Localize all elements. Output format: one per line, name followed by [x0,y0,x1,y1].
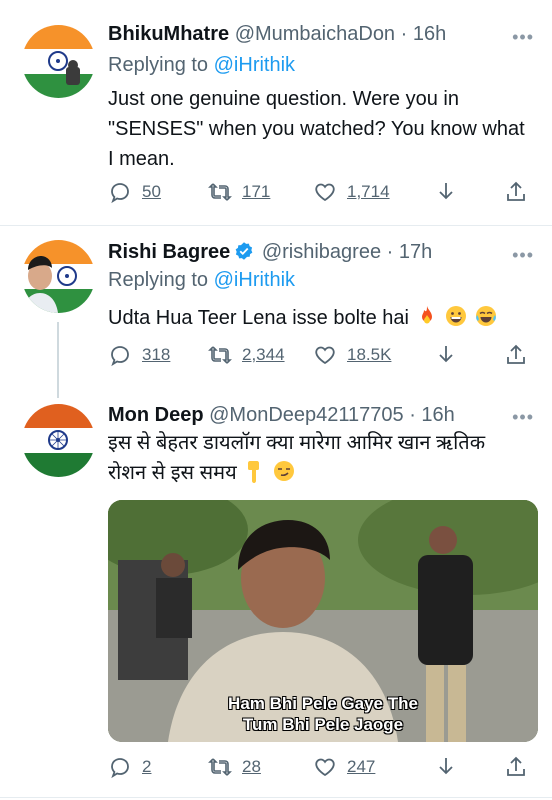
india-flag-icon [22,25,95,98]
media-caption-line-2: Tum Bhi Pele Jaoge [242,715,404,734]
action-bar: 2 28 247 [108,752,528,782]
grin-emoji-icon [446,306,467,326]
timestamp[interactable]: · 16h [409,404,455,426]
share-button[interactable] [504,177,528,207]
tweet-3[interactable]: Mon Deep @MonDeep42117705 · 16h ••• इस स… [0,398,552,800]
tweet-text-line-2: रोशन से इस समय [108,462,237,484]
share-icon [507,344,525,364]
retweet-count: 28 [242,757,261,776]
like-button[interactable]: 247 [313,752,375,782]
action-bar: 50 171 1,714 [108,177,528,207]
replying-to-label: Replying to [108,54,214,76]
heart-icon [315,346,335,365]
tweet-2[interactable]: Rishi Bagree @rishibagree · 17h ••• Repl… [0,226,552,398]
retweet-count: 2,344 [242,345,285,364]
tweet-text: Just one genuine question. Were you in "… [108,88,525,170]
share-icon [507,181,525,201]
like-count: 247 [347,757,376,776]
retweet-count: 171 [242,182,271,201]
analytics-button[interactable] [434,340,458,370]
more-options-icon[interactable]: ••• [512,246,534,264]
retweet-icon [208,346,232,364]
avatar[interactable] [22,404,95,477]
reply-count: 50 [142,182,161,201]
retweet-button[interactable]: 2,344 [208,340,285,370]
reply-count: 2 [142,757,152,776]
replying-to: Replying to @iHrithik [108,54,295,77]
divider [0,797,552,798]
analytics-button[interactable] [434,752,458,782]
share-button[interactable] [504,340,528,370]
retweet-button[interactable]: 171 [208,177,270,207]
tweet-text: Udta Hua Teer Lena isse bolte hai [108,307,409,329]
reply-icon [111,758,129,779]
user-handle[interactable]: @rishibagree [262,241,381,263]
arrow-down-icon [439,183,453,200]
heart-icon [315,183,335,202]
india-flag-icon [22,404,95,477]
reply-icon [111,183,129,204]
arrow-down-icon [439,758,453,775]
timestamp[interactable]: · 16h [401,23,447,45]
action-bar: 318 2,344 18.5K [108,340,528,370]
arrow-down-icon [439,346,453,363]
retweet-icon [208,183,232,201]
replying-to-label: Replying to [108,269,214,291]
timestamp[interactable]: · 17h [387,241,433,263]
replying-to-handle[interactable]: @iHrithik [214,54,295,76]
tweet-1[interactable]: BhikuMhatre @MumbaichaDon · 16h ••• Repl… [0,0,552,225]
display-name[interactable]: Mon Deep [108,404,204,426]
heart-icon [315,758,335,777]
point-down-emoji-icon [248,461,260,483]
like-count: 1,714 [347,182,390,201]
avatar[interactable] [22,240,95,313]
fire-emoji-icon [421,306,432,324]
analytics-button[interactable] [434,177,458,207]
display-name[interactable]: BhikuMhatre [108,23,229,45]
reply-button[interactable]: 318 [108,340,170,370]
reply-count: 318 [142,345,171,364]
profile-photo-icon [22,240,95,313]
replying-to-handle[interactable]: @iHrithik [214,269,295,291]
reply-icon [111,346,129,367]
tweet-text-line-1: इस से बेहतर डायलॉग क्या मारेगा आमिर खान … [108,432,486,454]
tweet-body: Udta Hua Teer Lena isse bolte hai [108,303,528,333]
verified-badge-icon [235,242,253,260]
more-options-icon[interactable]: ••• [512,28,534,46]
media-caption-line-1: Ham Bhi Pele Gaye The [228,694,418,713]
retweet-button[interactable]: 28 [208,752,261,782]
thread-line [57,322,59,398]
tweet-body: इस से बेहतर डायलॉग क्या मारेगा आमिर खान … [108,428,533,488]
tears-of-joy-emoji-icon [475,306,496,326]
like-button[interactable]: 1,714 [313,177,390,207]
like-count: 18.5K [347,345,392,364]
user-handle[interactable]: @MumbaichaDon [235,23,395,45]
avatar[interactable] [22,25,95,98]
media-image[interactable]: Ham Bhi Pele Gaye The Tum Bhi Pele Jaoge [108,500,538,742]
tweet-text-line-2-row: रोशन से इस समय [108,458,533,488]
more-options-icon[interactable]: ••• [512,408,534,426]
user-handle[interactable]: @MonDeep42117705 [209,404,404,426]
reply-button[interactable]: 50 [108,177,161,207]
display-name[interactable]: Rishi Bagree [108,241,230,263]
retweet-icon [208,758,232,776]
like-button[interactable]: 18.5K [313,340,391,370]
share-icon [507,756,525,776]
smirk-emoji-icon [273,461,294,481]
replying-to: Replying to @iHrithik [108,269,295,292]
reply-button[interactable]: 2 [108,752,151,782]
share-button[interactable] [504,752,528,782]
